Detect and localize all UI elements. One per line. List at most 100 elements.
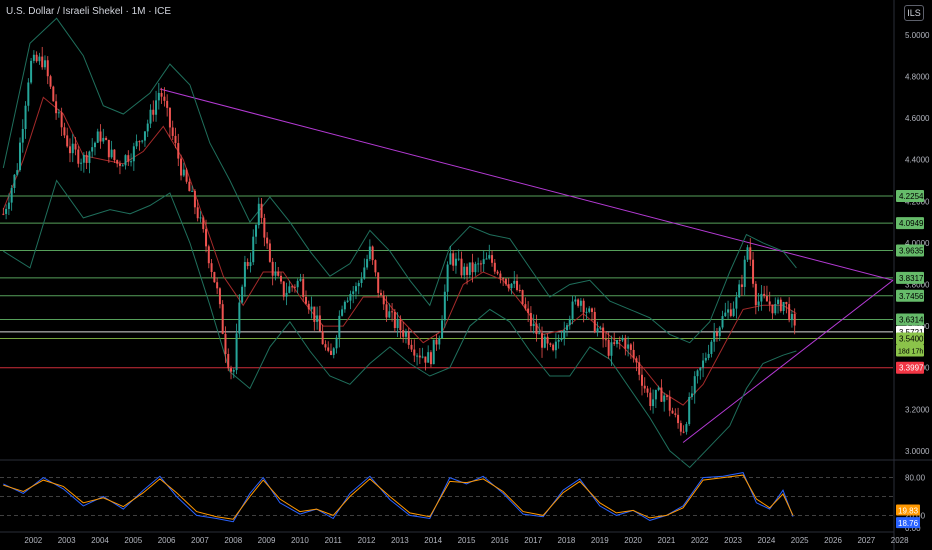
candle-body: [768, 301, 771, 305]
candle-body: [213, 271, 216, 283]
candle-body: [152, 109, 155, 115]
candle-body: [446, 264, 449, 292]
candle-body: [466, 266, 469, 275]
candle-body: [93, 142, 96, 148]
candle-body: [357, 282, 360, 287]
candle-body: [338, 315, 341, 338]
candle-body: [654, 389, 657, 400]
candle-body: [724, 312, 727, 317]
price-tag-label: 3.3997: [899, 364, 924, 373]
candle-body: [377, 272, 380, 293]
candle-body: [496, 271, 499, 274]
candle-body: [43, 60, 46, 68]
candle-body: [404, 332, 407, 337]
candle-body: [391, 311, 394, 313]
candle-body: [216, 282, 219, 289]
candle-body: [438, 338, 441, 345]
candle-body: [68, 146, 71, 154]
candle-body: [460, 258, 463, 276]
candle-body: [327, 347, 330, 351]
candle-body: [127, 155, 130, 162]
candle-body: [188, 181, 191, 192]
candle-body: [5, 208, 8, 214]
candle-body: [585, 311, 588, 313]
osc-k-line: [3, 472, 794, 523]
candle-body: [293, 286, 296, 288]
candle-body: [746, 247, 749, 260]
candle-body: [685, 424, 688, 432]
candle-body: [582, 300, 585, 313]
y-tick-label: 3.0000: [905, 447, 930, 456]
candle-body: [252, 236, 255, 263]
y-tick-label: 4.6000: [905, 114, 930, 123]
candle-body: [246, 262, 249, 267]
candle-body: [557, 340, 560, 342]
candle-body: [627, 344, 630, 349]
candle-body: [207, 246, 210, 264]
price-tag: 3.3997: [896, 361, 924, 374]
candle-body: [2, 213, 5, 215]
candle-body: [535, 323, 538, 335]
candle-body: [171, 127, 174, 136]
x-tick-label: 2003: [58, 536, 76, 545]
candle-body: [57, 112, 60, 114]
candle-body: [660, 387, 663, 402]
candle-body: [182, 169, 185, 176]
candle-body: [571, 301, 574, 319]
candle-body: [329, 350, 332, 355]
x-tick-label: 2004: [91, 536, 109, 545]
candle-body: [482, 259, 485, 265]
candle-body: [210, 263, 213, 272]
candle-body: [191, 190, 194, 192]
candle-body: [18, 142, 21, 171]
candle-body: [163, 96, 166, 101]
candle-body: [318, 315, 321, 332]
x-tick-label: 2025: [791, 536, 809, 545]
osc-y-tick-label: 80.00: [905, 474, 926, 483]
y-tick-label: 4.8000: [905, 73, 930, 82]
candle-body: [149, 109, 152, 124]
x-tick-label: 2006: [158, 536, 176, 545]
candle-body: [63, 127, 66, 136]
candle-body: [313, 306, 316, 322]
candle-body: [702, 360, 705, 368]
candle-body: [180, 158, 183, 176]
candle-body: [518, 290, 521, 292]
x-tick-label: 2007: [191, 536, 209, 545]
candle-body: [543, 336, 546, 348]
candle-body: [352, 291, 355, 294]
candle-body: [624, 337, 627, 349]
candle-body: [663, 395, 666, 402]
x-tick-label: 2010: [291, 536, 309, 545]
candle-body: [88, 151, 91, 163]
candle-body: [321, 331, 324, 345]
candle-body: [688, 396, 691, 425]
candle-body: [604, 339, 607, 341]
price-chart[interactable]: 5.00004.80004.60004.40004.20004.00003.80…: [0, 0, 932, 550]
candle-body: [332, 348, 335, 355]
candle-body: [607, 339, 610, 356]
candle-body: [782, 301, 785, 312]
candle-body: [274, 271, 277, 276]
candle-body: [177, 143, 180, 159]
candle-body: [143, 131, 146, 141]
candle-body: [16, 170, 19, 175]
candle-body: [693, 376, 696, 394]
candle-body: [468, 262, 471, 275]
candle-body: [7, 202, 10, 209]
candle-body: [579, 300, 582, 306]
x-tick-label: 2018: [558, 536, 576, 545]
candle-body: [752, 259, 755, 284]
candle-body: [360, 278, 363, 283]
candle-body: [493, 262, 496, 272]
candle-body: [255, 225, 258, 237]
candle-body: [343, 301, 346, 310]
candle-body: [52, 86, 55, 102]
candle-body: [116, 160, 119, 164]
candle-body: [788, 304, 791, 321]
candle-body: [74, 143, 77, 150]
candle-body: [640, 374, 643, 386]
candle-body: [60, 112, 63, 128]
candle-body: [368, 246, 371, 260]
x-tick-label: 2016: [491, 536, 509, 545]
